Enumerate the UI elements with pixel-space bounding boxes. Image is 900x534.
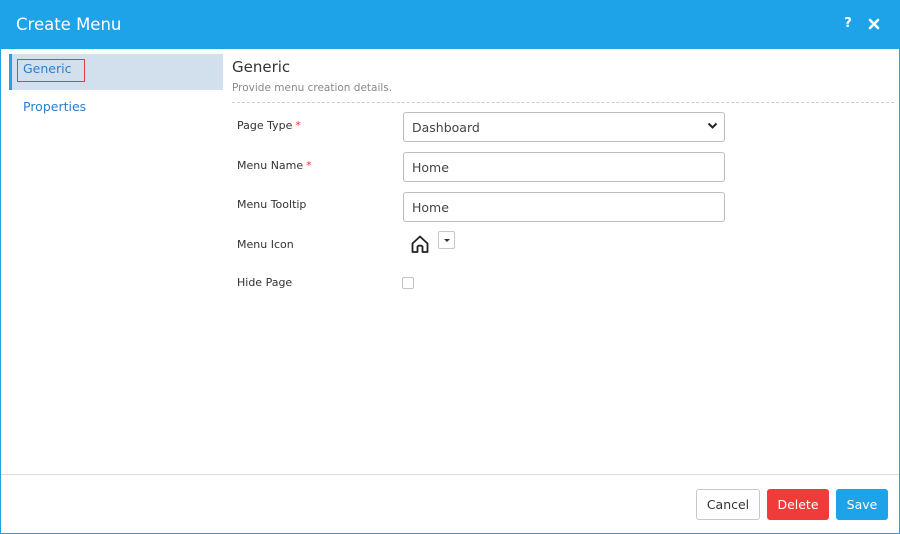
section-title: Generic [232,58,291,76]
chevron-down-icon [707,122,718,129]
page-type-value: Dashboard [412,120,480,135]
menu-tooltip-input[interactable]: Home [403,192,725,222]
required-mark: * [295,119,301,132]
save-button[interactable]: Save [836,489,888,520]
close-icon [868,18,880,30]
page-type-label: Page Type * [237,119,301,133]
icon-picker-dropdown[interactable] [438,231,455,249]
page-type-select[interactable]: Dashboard [403,112,725,142]
menu-tooltip-label: Menu Tooltip [237,198,307,211]
page-type-label-text: Page Type [237,119,293,132]
caret-down-icon [444,239,450,242]
help-button[interactable]: ? [839,13,857,35]
sidebar-item-label: Generic [23,61,72,76]
create-menu-dialog: Create Menu ? Generic Properties Generic… [0,0,900,534]
delete-button[interactable]: Delete [767,489,829,520]
menu-name-label-text: Menu Name [237,159,304,172]
close-button[interactable] [865,13,883,35]
menu-icon-label: Menu Icon [237,238,294,251]
section-subtitle: Provide menu creation details. [232,82,393,94]
sidebar-item-label: Properties [23,99,87,114]
section-divider [232,102,894,103]
menu-name-label: Menu Name * [237,159,312,173]
cancel-button[interactable]: Cancel [696,489,760,520]
dialog-header: Create Menu ? [1,1,899,49]
dialog-title: Create Menu [16,15,122,34]
hide-page-label: Hide Page [237,276,293,289]
required-mark: * [306,159,312,172]
sidebar-item-generic[interactable]: Generic [9,54,223,90]
menu-name-input[interactable]: Home [403,152,725,182]
footer-divider [1,474,899,475]
sidebar-item-properties[interactable]: Properties [9,90,223,126]
help-icon: ? [844,16,852,31]
home-icon [411,235,429,253]
menu-name-value: Home [412,160,449,175]
content-header: Generic Provide menu creation details. [232,57,894,103]
menu-tooltip-value: Home [412,200,449,215]
hide-page-checkbox[interactable] [402,277,414,289]
sidebar: Generic Properties [9,54,223,126]
